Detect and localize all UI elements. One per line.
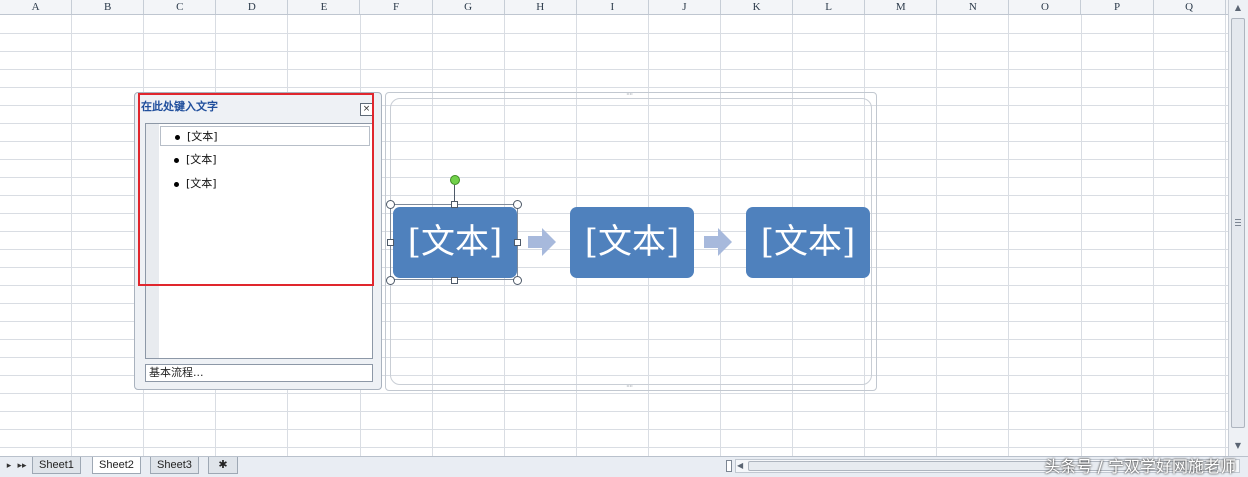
grid-column-line — [936, 15, 938, 456]
grid-column-line — [1080, 15, 1082, 456]
column-header-k[interactable]: K — [721, 0, 794, 14]
resize-handle-icon[interactable] — [451, 277, 458, 284]
process-shape-3[interactable]: [文本] — [746, 207, 870, 278]
grid-row-line — [0, 33, 1228, 34]
list-item-text: [文本] — [186, 153, 217, 166]
resize-handle-icon[interactable] — [513, 276, 522, 285]
column-header-e[interactable]: E — [288, 0, 361, 14]
grid-row-line — [0, 51, 1228, 52]
list-item-text: [文本] — [186, 177, 217, 190]
close-icon[interactable]: × — [360, 103, 373, 116]
grid-row-line — [0, 69, 1228, 70]
text-pane-title: 在此处键入文字 — [141, 100, 218, 113]
grid-column-line — [71, 15, 73, 456]
column-header-o[interactable]: O — [1009, 0, 1082, 14]
layout-name-link[interactable]: 基本流程... — [145, 364, 373, 382]
bullet-icon — [175, 135, 180, 140]
tab-sheet2[interactable]: Sheet2 — [92, 457, 141, 474]
column-header-bar: ABCDEFGHIJKLMNOPQ — [0, 0, 1228, 15]
column-header-q[interactable]: Q — [1154, 0, 1226, 14]
first-sheet-icon[interactable]: ▸ — [3, 460, 15, 472]
split-handle[interactable] — [726, 460, 732, 472]
column-header-f[interactable]: F — [361, 0, 433, 14]
grid-row-line — [0, 447, 1228, 448]
bottom-resize-grip-icon[interactable]: ···· — [626, 382, 633, 391]
resize-handle-icon[interactable] — [451, 201, 458, 208]
column-header-a[interactable]: A — [0, 0, 73, 14]
grid-row-line — [0, 393, 1228, 394]
resize-handle-icon[interactable] — [386, 276, 395, 285]
resize-handle-icon[interactable] — [386, 200, 395, 209]
grid-row-line — [0, 87, 1228, 88]
column-header-c[interactable]: C — [144, 0, 217, 14]
resize-handle-icon[interactable] — [513, 200, 522, 209]
list-item[interactable]: [文本] — [160, 150, 370, 170]
grid-column-line — [1152, 15, 1154, 456]
grid-row-line — [0, 429, 1228, 430]
insert-sheet-icon[interactable]: ✱ — [208, 457, 238, 474]
scroll-down-icon[interactable]: ▼ — [1232, 440, 1244, 452]
watermark-text: 头条号 / 宁双学好网施老师 — [1044, 457, 1236, 476]
scroll-left-icon[interactable]: ◀ — [737, 460, 743, 472]
resize-handle-icon[interactable] — [387, 239, 394, 246]
list-gutter — [146, 124, 159, 358]
tab-sheet3[interactable]: Sheet3 — [150, 457, 199, 474]
vertical-scrollbar[interactable]: ▲ ▼ — [1228, 0, 1248, 456]
column-header-l[interactable]: L — [793, 0, 866, 14]
resize-handle-icon[interactable] — [514, 239, 521, 246]
column-header-g[interactable]: G — [433, 0, 505, 14]
column-header-m[interactable]: M — [865, 0, 938, 14]
column-header-j[interactable]: J — [649, 0, 721, 14]
bullet-icon — [174, 182, 179, 187]
column-header-d[interactable]: D — [216, 0, 289, 14]
shape-selection-box — [390, 204, 518, 280]
flow-arrow-icon — [704, 228, 732, 256]
grid-column-line — [1008, 15, 1010, 456]
column-header-b[interactable]: B — [72, 0, 145, 14]
grid-column-line — [1224, 15, 1226, 456]
process-shape-2[interactable]: [文本] — [570, 207, 694, 278]
scroll-up-icon[interactable]: ▲ — [1232, 2, 1244, 14]
grid-row-line — [0, 411, 1228, 412]
bullet-icon — [174, 158, 179, 163]
column-header-h[interactable]: H — [505, 0, 577, 14]
text-pane-list[interactable]: [文本] [文本] [文本] — [145, 123, 373, 359]
tab-sheet1[interactable]: Sheet1 — [32, 457, 81, 474]
list-item-text: [文本] — [187, 130, 218, 143]
next-sheet-icon[interactable]: ▸▸ — [16, 460, 28, 472]
list-item[interactable]: [文本] — [160, 126, 370, 146]
smartart-text-pane[interactable]: 在此处键入文字 × [文本] [文本] [文本] 基本流程... — [134, 92, 382, 390]
column-header-n[interactable]: N — [937, 0, 1010, 14]
list-item[interactable]: [文本] — [160, 174, 370, 194]
rotate-handle-icon[interactable] — [450, 175, 460, 185]
flow-arrow-icon — [528, 228, 556, 256]
vertical-scroll-thumb[interactable] — [1231, 18, 1245, 428]
column-header-p[interactable]: P — [1082, 0, 1154, 14]
column-header-i[interactable]: I — [577, 0, 649, 14]
sheet-tab-bar: ▸ ▸▸ Sheet1 Sheet2 Sheet3 ✱ ◀ 头条号 / 宁双学好… — [0, 456, 1248, 477]
top-resize-grip-icon[interactable]: ···· — [626, 90, 633, 99]
